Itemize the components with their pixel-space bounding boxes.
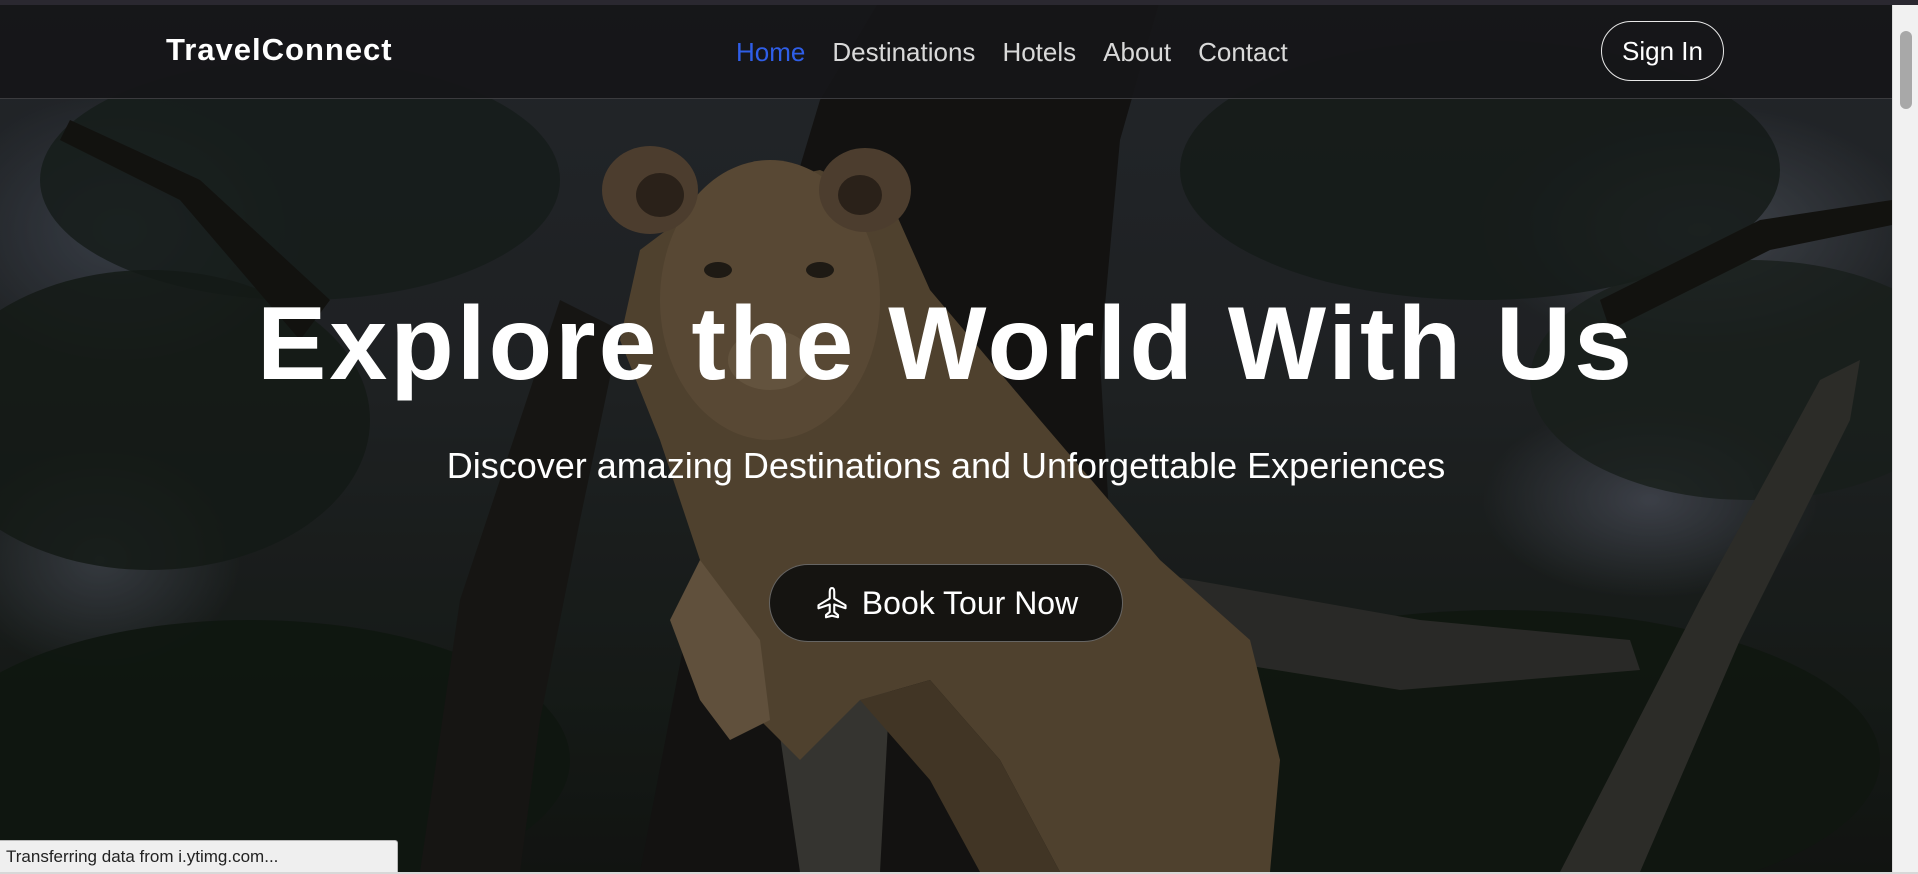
book-tour-button[interactable]: Book Tour Now — [769, 564, 1123, 642]
nav-link-destinations[interactable]: Destinations — [832, 37, 975, 67]
book-tour-label: Book Tour Now — [861, 584, 1079, 621]
sign-in-button[interactable]: Sign In — [1601, 21, 1724, 81]
hero-subtitle: Discover amazing Destinations and Unforg… — [446, 445, 1446, 486]
brand-logo[interactable]: TravelConnect — [166, 32, 393, 68]
navbar: TravelConnect Home Destinations Hotels A… — [0, 5, 1892, 99]
window-top-edge — [0, 0, 1918, 5]
nav-link-home[interactable]: Home — [736, 37, 805, 67]
nav-item-hotels: Hotels — [1002, 37, 1076, 68]
hero-title: Explore the World With Us — [257, 286, 1635, 402]
nav-item-about: About — [1103, 37, 1171, 68]
nav-link-about[interactable]: About — [1103, 37, 1171, 67]
nav-item-home: Home — [736, 37, 805, 68]
hero-section — [0, 0, 1892, 872]
nav-item-contact: Contact — [1198, 37, 1288, 68]
browser-status-bar: Transferring data from i.ytimg.com... — [0, 840, 398, 872]
airplane-icon — [814, 585, 850, 621]
nav-links: Home Destinations Hotels About Contact — [736, 37, 1288, 68]
nav-link-hotels[interactable]: Hotels — [1002, 37, 1076, 67]
page-scrollbar[interactable] — [1892, 5, 1918, 872]
scrollbar-thumb[interactable] — [1900, 31, 1912, 109]
nav-link-contact[interactable]: Contact — [1198, 37, 1288, 67]
page: TravelConnect Home Destinations Hotels A… — [0, 0, 1918, 874]
hero-overlay — [0, 0, 1892, 872]
nav-item-destinations: Destinations — [832, 37, 975, 68]
